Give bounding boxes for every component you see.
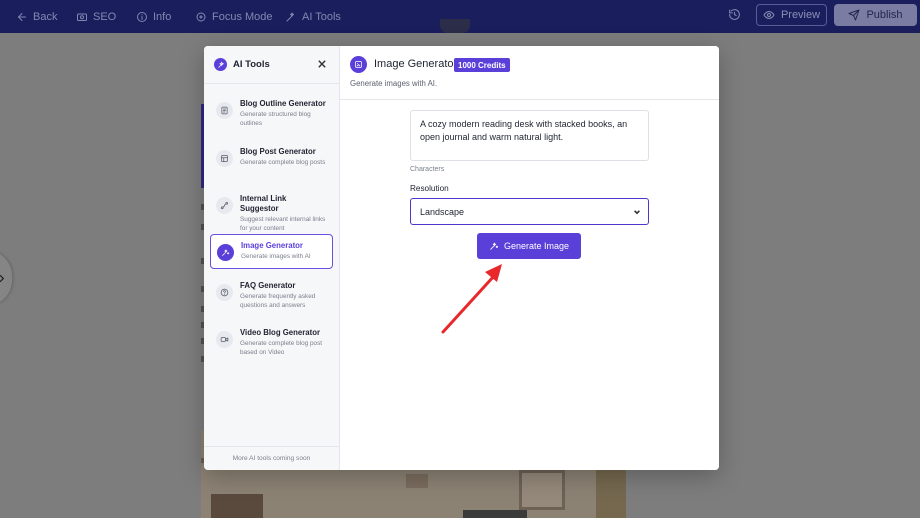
tool-name: Image Generator	[241, 241, 303, 250]
tool-faq-generator[interactable]: FAQ Generator Generate frequently asked …	[210, 275, 333, 316]
divider	[204, 83, 339, 84]
sidebar-footer-note: More AI tools coming soon	[232, 454, 311, 462]
tool-blog-outline-generator[interactable]: Blog Outline Generator Generate structur…	[210, 93, 333, 134]
ai-tools-logo-icon	[214, 58, 227, 71]
ai-tools-button[interactable]: AI Tools	[285, 0, 341, 33]
info-button[interactable]: Info	[136, 0, 171, 33]
image-icon	[217, 244, 234, 261]
arrow-left-icon	[18, 12, 26, 21]
tool-description: Generate complete blog post based on Vid…	[240, 340, 323, 356]
ai-tools-sidebar: AI Tools Blog Outline Generator Generate…	[204, 46, 340, 470]
faq-icon	[216, 284, 233, 301]
tool-name: Internal Link Suggestor	[240, 194, 287, 213]
video-icon	[216, 331, 233, 348]
background-headline	[440, 19, 470, 33]
panel-title: Image Generator	[374, 58, 458, 70]
focus-mode-button[interactable]: Focus Mode	[195, 0, 273, 33]
link-icon	[216, 197, 233, 214]
generate-image-button[interactable]: Generate Image	[477, 233, 581, 259]
eye-icon	[763, 11, 775, 19]
info-label: Info	[153, 10, 172, 23]
outline-icon	[216, 102, 233, 119]
tool-description: Generate frequently asked questions and …	[240, 293, 316, 309]
history-icon	[729, 9, 740, 20]
ai-tools-modal: AI Tools Blog Outline Generator Generate…	[204, 46, 719, 470]
focus-label: Focus Mode	[212, 10, 273, 23]
tool-name: Video Blog Generator	[240, 328, 321, 337]
publish-button[interactable]: Publish	[834, 4, 917, 26]
image-generator-icon	[350, 56, 367, 73]
back-button[interactable]: Back	[16, 0, 57, 33]
back-label: Back	[33, 10, 58, 23]
image-generator-panel: Image Generator 1000 Credits Generate im…	[340, 46, 719, 470]
generate-image-label: Generate Image	[503, 241, 570, 251]
close-icon	[318, 60, 326, 68]
credits-badge: 1000 Credits	[454, 58, 510, 72]
sidebar-expand-button[interactable]	[0, 250, 12, 306]
publish-label: Publish	[866, 9, 903, 21]
tool-blog-post-generator[interactable]: Blog Post Generator Generate complete bl…	[210, 141, 333, 174]
tool-description: Generate images with AI	[241, 253, 311, 260]
tool-image-generator[interactable]: Image Generator Generate images with AI	[210, 234, 333, 269]
tool-internal-link-suggestor[interactable]: Internal Link Suggestor Suggest relevant…	[210, 188, 333, 239]
resolution-label: Resolution	[410, 184, 449, 193]
character-count: Characters	[410, 166, 445, 173]
panel-header: Image Generator 1000 Credits Generate im…	[340, 46, 719, 100]
chevron-down-icon	[633, 208, 641, 216]
magic-wand-icon	[286, 12, 294, 21]
preview-label: Preview	[780, 9, 821, 21]
tool-video-blog-generator[interactable]: Video Blog Generator Generate complete b…	[210, 322, 333, 363]
prompt-textarea[interactable]: A cozy modern reading desk with stacked …	[410, 110, 649, 161]
post-icon	[216, 150, 233, 167]
tool-description: Suggest relevant internal links for your…	[240, 216, 326, 232]
panel-subtitle: Generate images with AI.	[350, 79, 438, 88]
info-icon	[137, 11, 147, 22]
focus-icon	[196, 12, 206, 21]
close-button[interactable]	[317, 59, 327, 69]
chevron-right-icon	[0, 274, 5, 282]
tool-name: Blog Post Generator	[240, 147, 316, 156]
tool-name: Blog Outline Generator	[240, 99, 326, 108]
resolution-value: Landscape	[420, 206, 465, 217]
resolution-select[interactable]: Landscape	[410, 198, 649, 225]
seo-button[interactable]: SEO	[76, 0, 116, 33]
ai-tools-label: AI Tools	[302, 10, 341, 23]
preview-button[interactable]: Preview	[756, 4, 827, 26]
history-button[interactable]	[728, 8, 741, 21]
tool-description: Generate structured blog outlines	[240, 111, 311, 127]
send-icon	[848, 9, 860, 21]
seo-icon	[77, 13, 87, 21]
seo-label: SEO	[93, 10, 117, 23]
tool-description: Generate complete blog posts	[240, 159, 326, 166]
tool-name: FAQ Generator	[240, 281, 296, 290]
magic-wand-icon	[490, 242, 499, 250]
sidebar-title: AI Tools	[233, 59, 270, 70]
